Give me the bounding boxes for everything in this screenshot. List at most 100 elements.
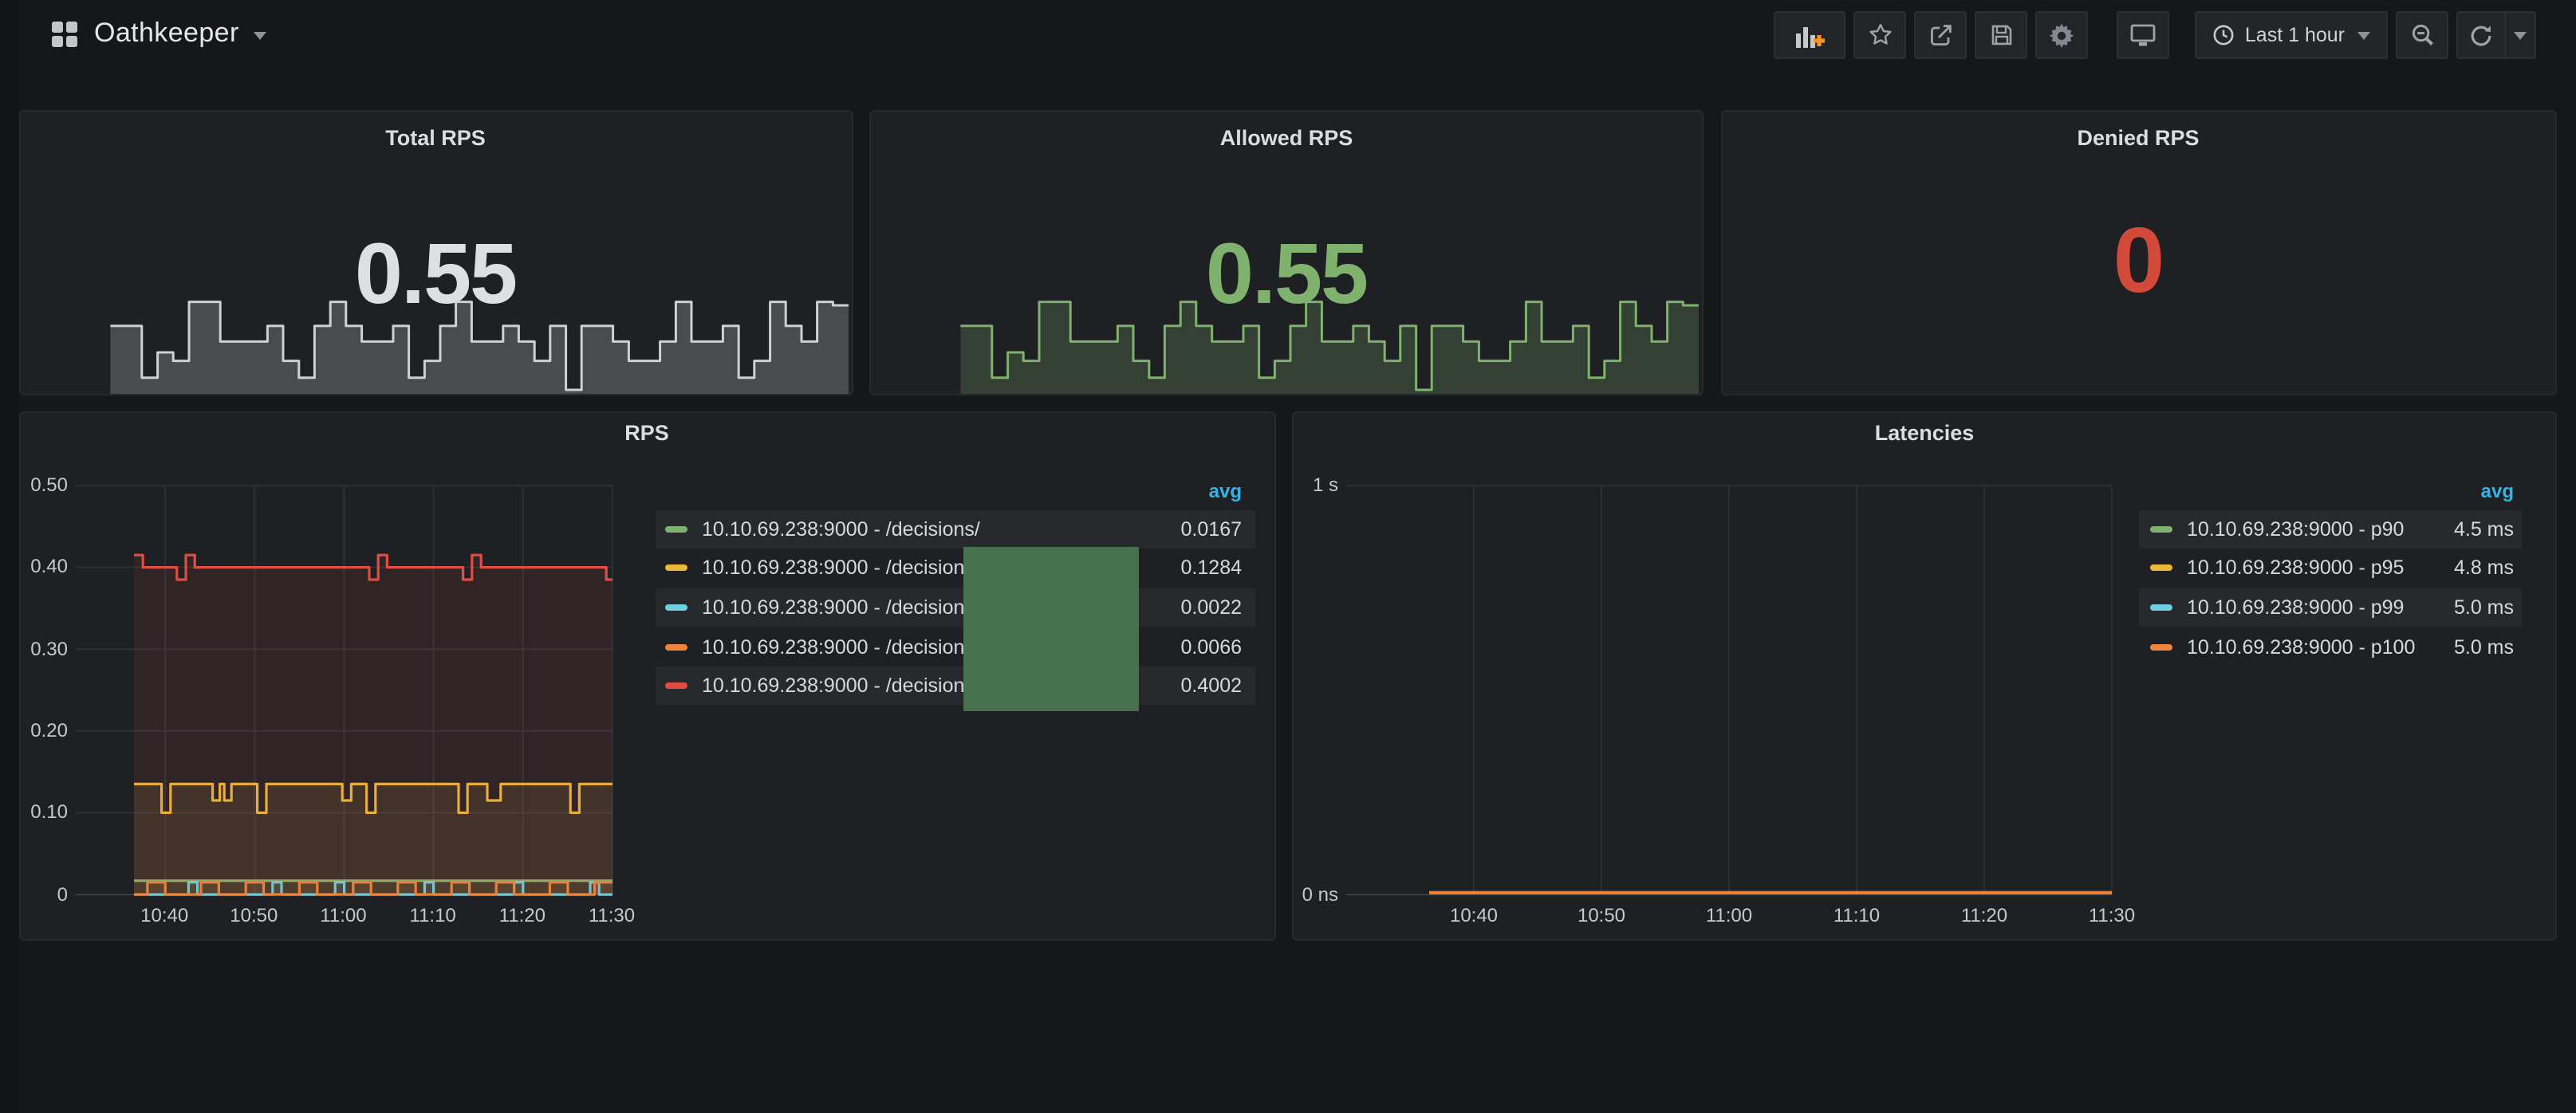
legend-row[interactable]: 10.10.69.238:9000 - p954.8 ms [2139, 549, 2522, 588]
legend-series-name[interactable]: 10.10.69.238:9000 - /decisions/ [702, 674, 980, 697]
x-axis-tick: 11:10 [1822, 903, 1892, 926]
refresh-icon [2469, 23, 2493, 47]
star-button[interactable] [1854, 11, 1907, 59]
sparkline [20, 293, 848, 394]
legend-avg-header[interactable]: avg [1146, 479, 1242, 501]
legend-row[interactable]: 10.10.69.238:9000 - p904.5 ms [2139, 509, 2522, 549]
panel-title[interactable]: Total RPS [20, 125, 851, 149]
legend-series-swatch[interactable] [665, 643, 687, 650]
grafana-dashboard: Oathkeeper [0, 0, 2576, 1113]
y-axis-tick: 0.20 [20, 719, 68, 741]
legend-row[interactable]: 10.10.69.238:9000 - /decisions/0.1284 [656, 549, 1255, 588]
x-axis-tick: 11:00 [309, 903, 379, 926]
x-axis-tick: 10:40 [129, 903, 199, 926]
panel-denied-rps: Denied RPS 0 [1720, 109, 2556, 395]
legend-row[interactable]: 10.10.69.238:9000 - p1005.0 ms [2139, 627, 2522, 667]
legend-avg-value: 4.8 ms [2386, 557, 2514, 580]
star-icon [1868, 22, 1893, 48]
x-axis-tick: 11:30 [577, 903, 647, 926]
x-axis-tick: 11:00 [1694, 903, 1764, 926]
share-icon [1928, 22, 1954, 48]
panel-title[interactable]: Denied RPS [1722, 125, 2554, 149]
left-sidebar-edge [0, 0, 19, 1113]
zoom-out-icon [2409, 22, 2435, 48]
sparkline [871, 293, 1699, 394]
refresh-dropdown-caret-icon [2514, 31, 2527, 39]
refresh-button[interactable] [2456, 11, 2506, 59]
legend-avg-value: 5.0 ms [2386, 596, 2514, 619]
top-navbar: Oathkeeper [19, 0, 2576, 72]
time-range-caret-icon [2357, 31, 2370, 39]
legend-series-name[interactable]: 10.10.69.238:9000 - p90 [2187, 518, 2404, 541]
legend-series-name[interactable]: 10.10.69.238:9000 - /decisions/ [702, 557, 980, 580]
panel-rps-graph: RPS 0.50 0.40 0.30 0.20 0.10 0 10:40 10:50 11:00… [18, 411, 1275, 941]
legend-series-swatch[interactable] [665, 526, 687, 533]
legend-series-name[interactable]: 10.10.69.238:9000 - p100 [2187, 635, 2415, 658]
x-axis-tick: 11:20 [1949, 903, 2019, 926]
settings-button[interactable] [2036, 11, 2089, 59]
zoom-out-button[interactable] [2396, 11, 2448, 59]
title-caret-icon [254, 32, 266, 40]
share-button[interactable] [1915, 11, 1967, 59]
legend-series-swatch[interactable] [665, 604, 687, 611]
dashboard-toolbar: Last 1 hour [1767, 11, 2536, 59]
legend-series-swatch[interactable] [2150, 604, 2172, 611]
legend-series-name[interactable]: 10.10.69.238:9000 - p95 [2187, 557, 2404, 580]
legend-avg-value: 5.0 ms [2386, 635, 2514, 658]
x-axis-tick: 10:50 [1566, 903, 1637, 926]
panel-latencies-graph: Latencies 1 s 0 ns 10:40 10:50 11:00 11:10 11:… [1292, 411, 2557, 941]
add-panel-button[interactable] [1774, 11, 1846, 59]
legend-row[interactable]: 10.10.69.238:9000 - /decisions/0.0022 [656, 588, 1255, 627]
legend-series-swatch[interactable] [665, 682, 687, 689]
dashboard-grid-icon [51, 20, 78, 47]
y-axis-tick: 0.40 [20, 556, 68, 578]
panel-title[interactable]: RPS [20, 420, 1274, 444]
x-axis-tick: 11:20 [487, 903, 557, 926]
legend-series-name[interactable]: 10.10.69.238:9000 - /decisions/ [702, 518, 980, 541]
legend-row[interactable]: 10.10.69.238:9000 - /decisions/0.0167 [656, 509, 1255, 549]
x-axis-tick: 11:30 [2077, 903, 2147, 926]
save-icon [1989, 22, 2015, 48]
y-axis-tick: 0 ns [1294, 883, 1338, 905]
y-axis-tick: 0 [20, 883, 68, 905]
panel-title[interactable]: Allowed RPS [871, 125, 1702, 149]
legend-series-name[interactable]: 10.10.69.238:9000 - /decisions/ [702, 635, 980, 658]
clock-icon [2213, 24, 2235, 46]
legend-overlay-artifact [963, 547, 1139, 710]
tv-mode-icon [2130, 22, 2157, 48]
legend-avg-header[interactable]: avg [2418, 479, 2514, 501]
add-panel-icon [1795, 22, 1826, 49]
dashboard-title-dropdown[interactable]: Oathkeeper [51, 18, 266, 49]
time-range-label: Last 1 hour [2245, 24, 2345, 46]
stat-value: 0 [1722, 216, 2554, 305]
panel-title[interactable]: Latencies [1294, 420, 2555, 444]
page-title: Oathkeeper [94, 18, 239, 49]
time-range-picker[interactable]: Last 1 hour [2196, 11, 2388, 59]
legend-series-swatch[interactable] [2150, 565, 2172, 572]
y-axis-tick: 0.10 [20, 800, 68, 823]
legend-avg-value: 4.5 ms [2386, 518, 2514, 541]
legend-series-swatch[interactable] [665, 565, 687, 572]
legend-row[interactable]: 10.10.69.238:9000 - /decisions/0.4002 [656, 667, 1255, 706]
x-axis-tick: 10:40 [1439, 903, 1509, 926]
legend-series-name[interactable]: 10.10.69.238:9000 - p99 [2187, 596, 2404, 619]
refresh-interval-dropdown[interactable] [2506, 11, 2536, 59]
panel-total-rps: Total RPS 0.55 [18, 109, 853, 395]
x-axis-tick: 11:10 [398, 903, 468, 926]
tv-mode-button[interactable] [2117, 11, 2170, 59]
settings-icon [2049, 22, 2076, 49]
y-axis-tick: 0.50 [20, 474, 68, 496]
latencies-plot[interactable] [1294, 412, 2555, 939]
x-axis-tick: 10:50 [219, 903, 289, 926]
legend-row[interactable]: 10.10.69.238:9000 - /decisions/0.0066 [656, 627, 1255, 667]
legend-series-swatch[interactable] [2150, 526, 2172, 533]
y-axis-tick: 1 s [1294, 474, 1338, 496]
legend-avg-value: 0.0167 [1114, 518, 1242, 541]
y-axis-tick: 0.30 [20, 637, 68, 659]
legend-row[interactable]: 10.10.69.238:9000 - p995.0 ms [2139, 588, 2522, 627]
save-button[interactable] [1975, 11, 2028, 59]
refresh-button-group [2456, 11, 2536, 59]
panel-allowed-rps: Allowed RPS 0.55 [869, 109, 1704, 395]
legend-series-name[interactable]: 10.10.69.238:9000 - /decisions/ [702, 596, 980, 619]
legend-series-swatch[interactable] [2150, 643, 2172, 650]
